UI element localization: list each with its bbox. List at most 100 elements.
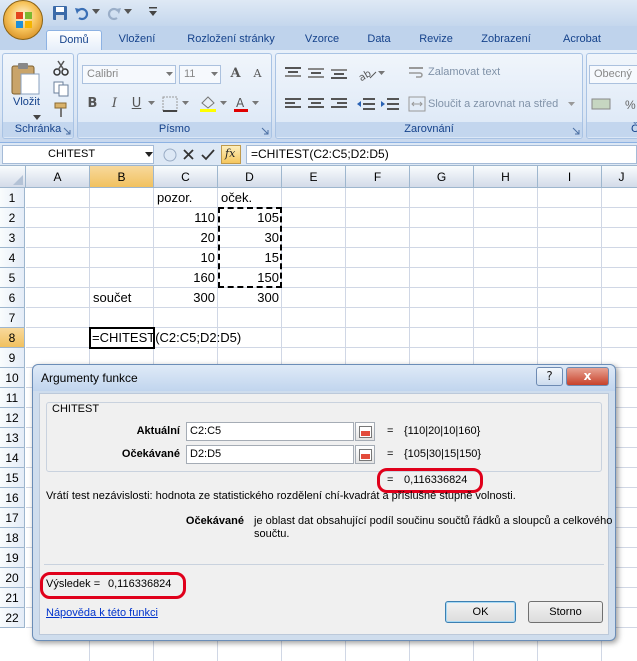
row-header-20[interactable]: 20 bbox=[0, 568, 25, 588]
formula-input[interactable]: =CHITEST(C2:C5;D2:D5) bbox=[246, 145, 637, 164]
undo-icon[interactable] bbox=[74, 5, 90, 21]
name-box[interactable]: CHITEST bbox=[2, 145, 154, 164]
font-name-dropdown-icon[interactable] bbox=[166, 72, 173, 77]
arg2-input[interactable]: D2:D5 bbox=[186, 445, 354, 464]
column-header-D[interactable]: D bbox=[218, 166, 282, 188]
tab-home[interactable]: Domů bbox=[46, 30, 102, 50]
bold-button[interactable]: B bbox=[82, 94, 103, 114]
row-header-18[interactable]: 18 bbox=[0, 528, 25, 548]
tab-view[interactable]: Zobrazení bbox=[470, 30, 542, 50]
cell-C6[interactable]: 300 bbox=[154, 288, 218, 308]
font-color-dropdown-icon[interactable] bbox=[252, 101, 259, 106]
cell-B8[interactable]: =CHITEST(C2:C5;D2:D5) bbox=[92, 328, 252, 348]
font-size-dropdown-icon[interactable] bbox=[211, 72, 218, 77]
insert-function-button[interactable]: fx bbox=[221, 145, 241, 164]
align-right-icon[interactable] bbox=[330, 97, 348, 111]
row-header-4[interactable]: 4 bbox=[0, 248, 25, 268]
cell-B6[interactable]: součet bbox=[90, 288, 154, 308]
dialog-help-button[interactable]: ? bbox=[536, 367, 563, 386]
office-button[interactable] bbox=[3, 0, 43, 40]
redo-dropdown-icon[interactable] bbox=[124, 9, 132, 15]
orientation-icon[interactable]: ab bbox=[356, 64, 378, 82]
cell-D1[interactable]: oček. bbox=[218, 188, 282, 208]
wrap-text-button[interactable]: Zalamovat text bbox=[428, 66, 500, 78]
row-header-15[interactable]: 15 bbox=[0, 468, 25, 488]
font-dialog-launcher-icon[interactable] bbox=[261, 127, 269, 135]
cell-C3[interactable]: 20 bbox=[154, 228, 218, 248]
enter-entry-icon[interactable] bbox=[201, 148, 215, 161]
cancel-button[interactable]: Storno bbox=[528, 601, 603, 623]
column-header-F[interactable]: F bbox=[346, 166, 410, 188]
cell-C5[interactable]: 160 bbox=[154, 268, 218, 288]
tab-insert[interactable]: Vložení bbox=[108, 30, 166, 50]
redo-icon[interactable] bbox=[106, 5, 122, 21]
borders-dropdown-icon[interactable] bbox=[182, 101, 189, 106]
help-link[interactable]: Nápověda k této funkci bbox=[46, 607, 158, 619]
align-left-icon[interactable] bbox=[284, 97, 302, 111]
row-header-14[interactable]: 14 bbox=[0, 448, 25, 468]
row-header-13[interactable]: 13 bbox=[0, 428, 25, 448]
currency-icon[interactable] bbox=[591, 96, 615, 112]
align-bottom-icon[interactable] bbox=[330, 66, 348, 80]
merge-center-dropdown-icon[interactable] bbox=[568, 102, 575, 107]
row-header-1[interactable]: 1 bbox=[0, 188, 25, 208]
select-all-corner[interactable] bbox=[0, 166, 26, 188]
row-header-17[interactable]: 17 bbox=[0, 508, 25, 528]
row-header-16[interactable]: 16 bbox=[0, 488, 25, 508]
cut-icon[interactable] bbox=[53, 60, 69, 76]
shrink-font-button[interactable]: A bbox=[247, 64, 268, 84]
font-color-icon[interactable]: A bbox=[232, 95, 250, 113]
row-header-3[interactable]: 3 bbox=[0, 228, 25, 248]
merge-center-icon[interactable] bbox=[408, 96, 426, 112]
cell-C4[interactable]: 10 bbox=[154, 248, 218, 268]
column-header-E[interactable]: E bbox=[282, 166, 346, 188]
increase-indent-icon[interactable] bbox=[380, 97, 400, 111]
row-header-5[interactable]: 5 bbox=[0, 268, 25, 288]
font-name-combo[interactable]: Calibri bbox=[82, 65, 176, 84]
cell-D6[interactable]: 300 bbox=[218, 288, 282, 308]
dialog-close-button[interactable]: x bbox=[566, 367, 609, 386]
row-header-22[interactable]: 22 bbox=[0, 608, 25, 628]
format-painter-icon[interactable] bbox=[53, 102, 69, 118]
grow-font-button[interactable]: A bbox=[225, 64, 246, 84]
arg1-input[interactable]: C2:C5 bbox=[186, 422, 354, 441]
tab-acrobat[interactable]: Acrobat bbox=[550, 30, 614, 50]
dialog-title-bar[interactable]: Argumenty funkce ? x bbox=[33, 365, 615, 391]
undo-dropdown-icon[interactable] bbox=[92, 9, 100, 15]
underline-dropdown-icon[interactable] bbox=[148, 101, 155, 106]
row-header-9[interactable]: 9 bbox=[0, 348, 25, 368]
wrap-text-icon[interactable] bbox=[408, 66, 424, 80]
tab-data[interactable]: Data bbox=[356, 30, 402, 50]
tab-formulas[interactable]: Vzorce bbox=[294, 30, 350, 50]
alignment-dialog-launcher-icon[interactable] bbox=[572, 127, 580, 135]
cell-C1[interactable]: pozor. bbox=[154, 188, 218, 208]
tab-page-layout[interactable]: Rozložení stránky bbox=[172, 30, 290, 50]
row-header-8[interactable]: 8 bbox=[0, 328, 25, 348]
italic-button[interactable]: I bbox=[104, 94, 125, 114]
formula-bar-grip-icon[interactable] bbox=[162, 147, 178, 163]
paste-icon[interactable] bbox=[9, 62, 41, 96]
cell-C2[interactable]: 110 bbox=[154, 208, 218, 228]
row-header-6[interactable]: 6 bbox=[0, 288, 25, 308]
borders-icon[interactable] bbox=[162, 96, 180, 112]
row-header-12[interactable]: 12 bbox=[0, 408, 25, 428]
column-header-J[interactable]: J bbox=[602, 166, 637, 188]
paste-dropdown-icon[interactable] bbox=[33, 110, 41, 120]
column-header-A[interactable]: A bbox=[26, 166, 90, 188]
arg2-collapse-button[interactable] bbox=[355, 445, 375, 464]
align-center-icon[interactable] bbox=[307, 97, 325, 111]
save-icon[interactable] bbox=[52, 5, 68, 21]
column-header-G[interactable]: G bbox=[410, 166, 474, 188]
clipboard-dialog-launcher-icon[interactable] bbox=[63, 127, 71, 135]
number-format-combo[interactable]: Obecný bbox=[589, 65, 637, 84]
row-header-21[interactable]: 21 bbox=[0, 588, 25, 608]
tab-review[interactable]: Revize bbox=[408, 30, 464, 50]
paste-label[interactable]: Vložit bbox=[13, 96, 40, 108]
row-header-19[interactable]: 19 bbox=[0, 548, 25, 568]
underline-button[interactable]: U bbox=[126, 94, 147, 114]
row-header-2[interactable]: 2 bbox=[0, 208, 25, 228]
decrease-indent-icon[interactable] bbox=[356, 97, 376, 111]
align-middle-icon[interactable] bbox=[307, 66, 325, 80]
fill-color-icon[interactable] bbox=[198, 95, 218, 113]
align-top-icon[interactable] bbox=[284, 66, 302, 80]
